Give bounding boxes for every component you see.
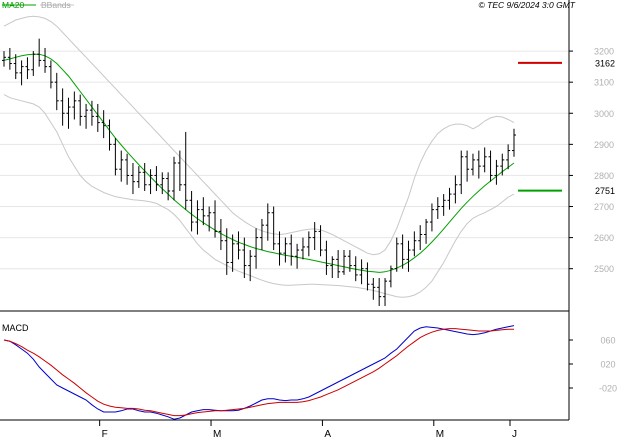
x-tick-label: J <box>512 429 517 440</box>
x-tick-label: F <box>102 429 108 440</box>
bbands-legend-label: BBands <box>41 0 71 10</box>
y-tick-label: 3100 <box>594 78 614 88</box>
support-label: 2751 <box>595 186 615 196</box>
y-tick-label: 3200 <box>594 47 614 57</box>
x-tick-label: A <box>324 429 331 440</box>
y-tick-label: 2500 <box>594 264 614 274</box>
y-tick-label: 2700 <box>594 202 614 212</box>
y-tick-label: 2600 <box>594 233 614 243</box>
y-tick-label: 3000 <box>594 109 614 119</box>
ma20-legend-label: MA20 <box>2 0 24 10</box>
macd-title: MACD <box>2 323 29 333</box>
resistance-label: 3162 <box>595 58 615 68</box>
macd-tick-label: 020 <box>600 360 615 370</box>
timestamp-label: © TEC 9/6/2024 3:0 GMT <box>479 0 576 10</box>
macd-tick-label: -020 <box>599 384 617 394</box>
stock-chart: 2500 2600 2700 2800 2900 3000 3100 3200 3162 275… <box>0 0 627 440</box>
y-tick-label: 2800 <box>594 171 614 181</box>
x-tick-label: M <box>436 429 444 440</box>
macd-tick-label: 060 <box>600 336 615 346</box>
y-tick-label: 2900 <box>594 140 614 150</box>
x-tick-label: M <box>213 429 221 440</box>
